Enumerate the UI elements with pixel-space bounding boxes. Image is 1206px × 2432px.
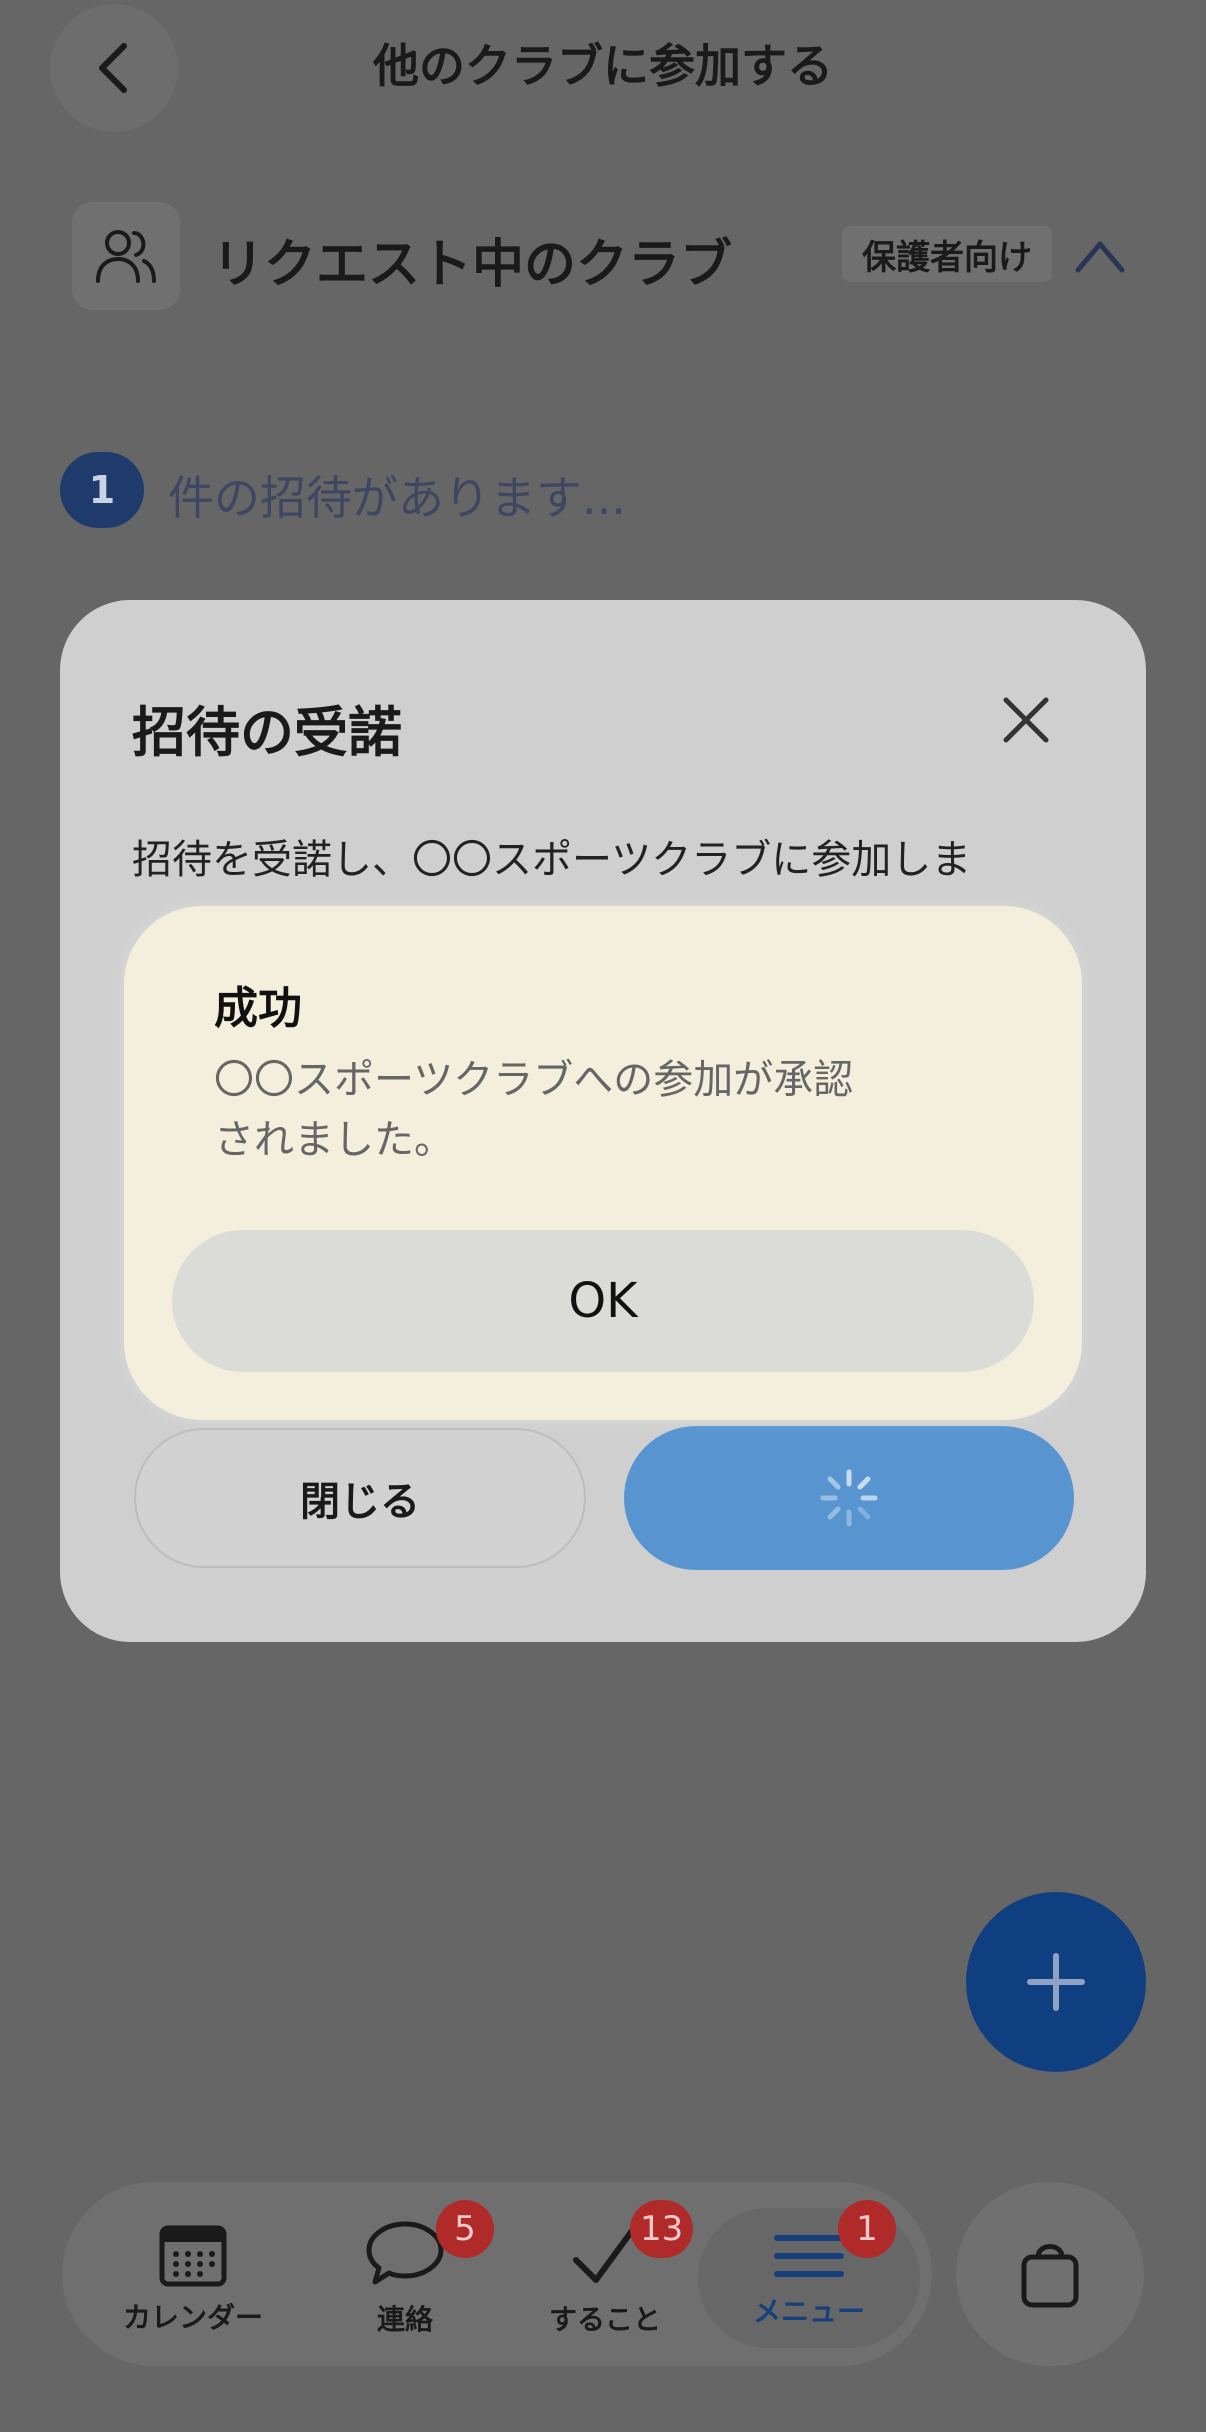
- alert-message: 〇〇スポーツクラブへの参加が承認 されました。: [214, 1050, 914, 1170]
- close-button-label: 閉じる: [300, 1479, 420, 1525]
- audience-badge: 保護者向け: [842, 226, 1052, 282]
- nav-label: 連絡: [376, 2303, 433, 2336]
- chevron-up-icon[interactable]: [1072, 230, 1128, 280]
- alert-title: 成功: [214, 983, 302, 1034]
- close-button[interactable]: 閉じる: [134, 1428, 586, 1568]
- notification-badge: 13: [630, 2200, 694, 2258]
- invite-text[interactable]: 件の招待があります...: [168, 462, 626, 528]
- loading-spinner-icon: [820, 1469, 878, 1527]
- notification-badge: 1: [838, 2200, 896, 2258]
- users-icon: [96, 230, 156, 283]
- dialog-body: 招待を受諾し、〇〇スポーツクラブに参加しま: [132, 837, 972, 883]
- accept-button[interactable]: [624, 1426, 1074, 1570]
- page-title: 他のクラブに参加する: [373, 39, 833, 93]
- shop-button[interactable]: [956, 2182, 1144, 2366]
- chat-bubble-icon: [366, 2221, 444, 2285]
- notification-badge: 5: [436, 2200, 494, 2258]
- nav-label: すること: [548, 2303, 661, 2336]
- section-icon-box: [72, 202, 180, 310]
- alert-message-line: 〇〇スポーツクラブへの参加が承認: [214, 1057, 854, 1103]
- menu-icon: [774, 2235, 844, 2277]
- section-title: リクエスト中のクラブ: [212, 235, 733, 295]
- ok-button[interactable]: OK: [172, 1230, 1034, 1372]
- calendar-icon: [159, 2225, 227, 2287]
- alert-message-line: されました。: [214, 1117, 454, 1163]
- nav-label: カレンダー: [122, 2301, 263, 2334]
- plus-icon: [1027, 1953, 1085, 2011]
- close-icon[interactable]: [996, 690, 1056, 750]
- nav-item-calendar[interactable]: カレンダー: [98, 2208, 288, 2348]
- add-button[interactable]: [966, 1892, 1146, 2072]
- nav-label: メニュー: [752, 2295, 865, 2328]
- ok-button-label: OK: [568, 1273, 638, 1329]
- shopping-bag-icon: [1021, 2244, 1079, 2308]
- dialog-title: 招待の受諾: [132, 701, 402, 764]
- invite-count-badge: 1: [60, 452, 144, 528]
